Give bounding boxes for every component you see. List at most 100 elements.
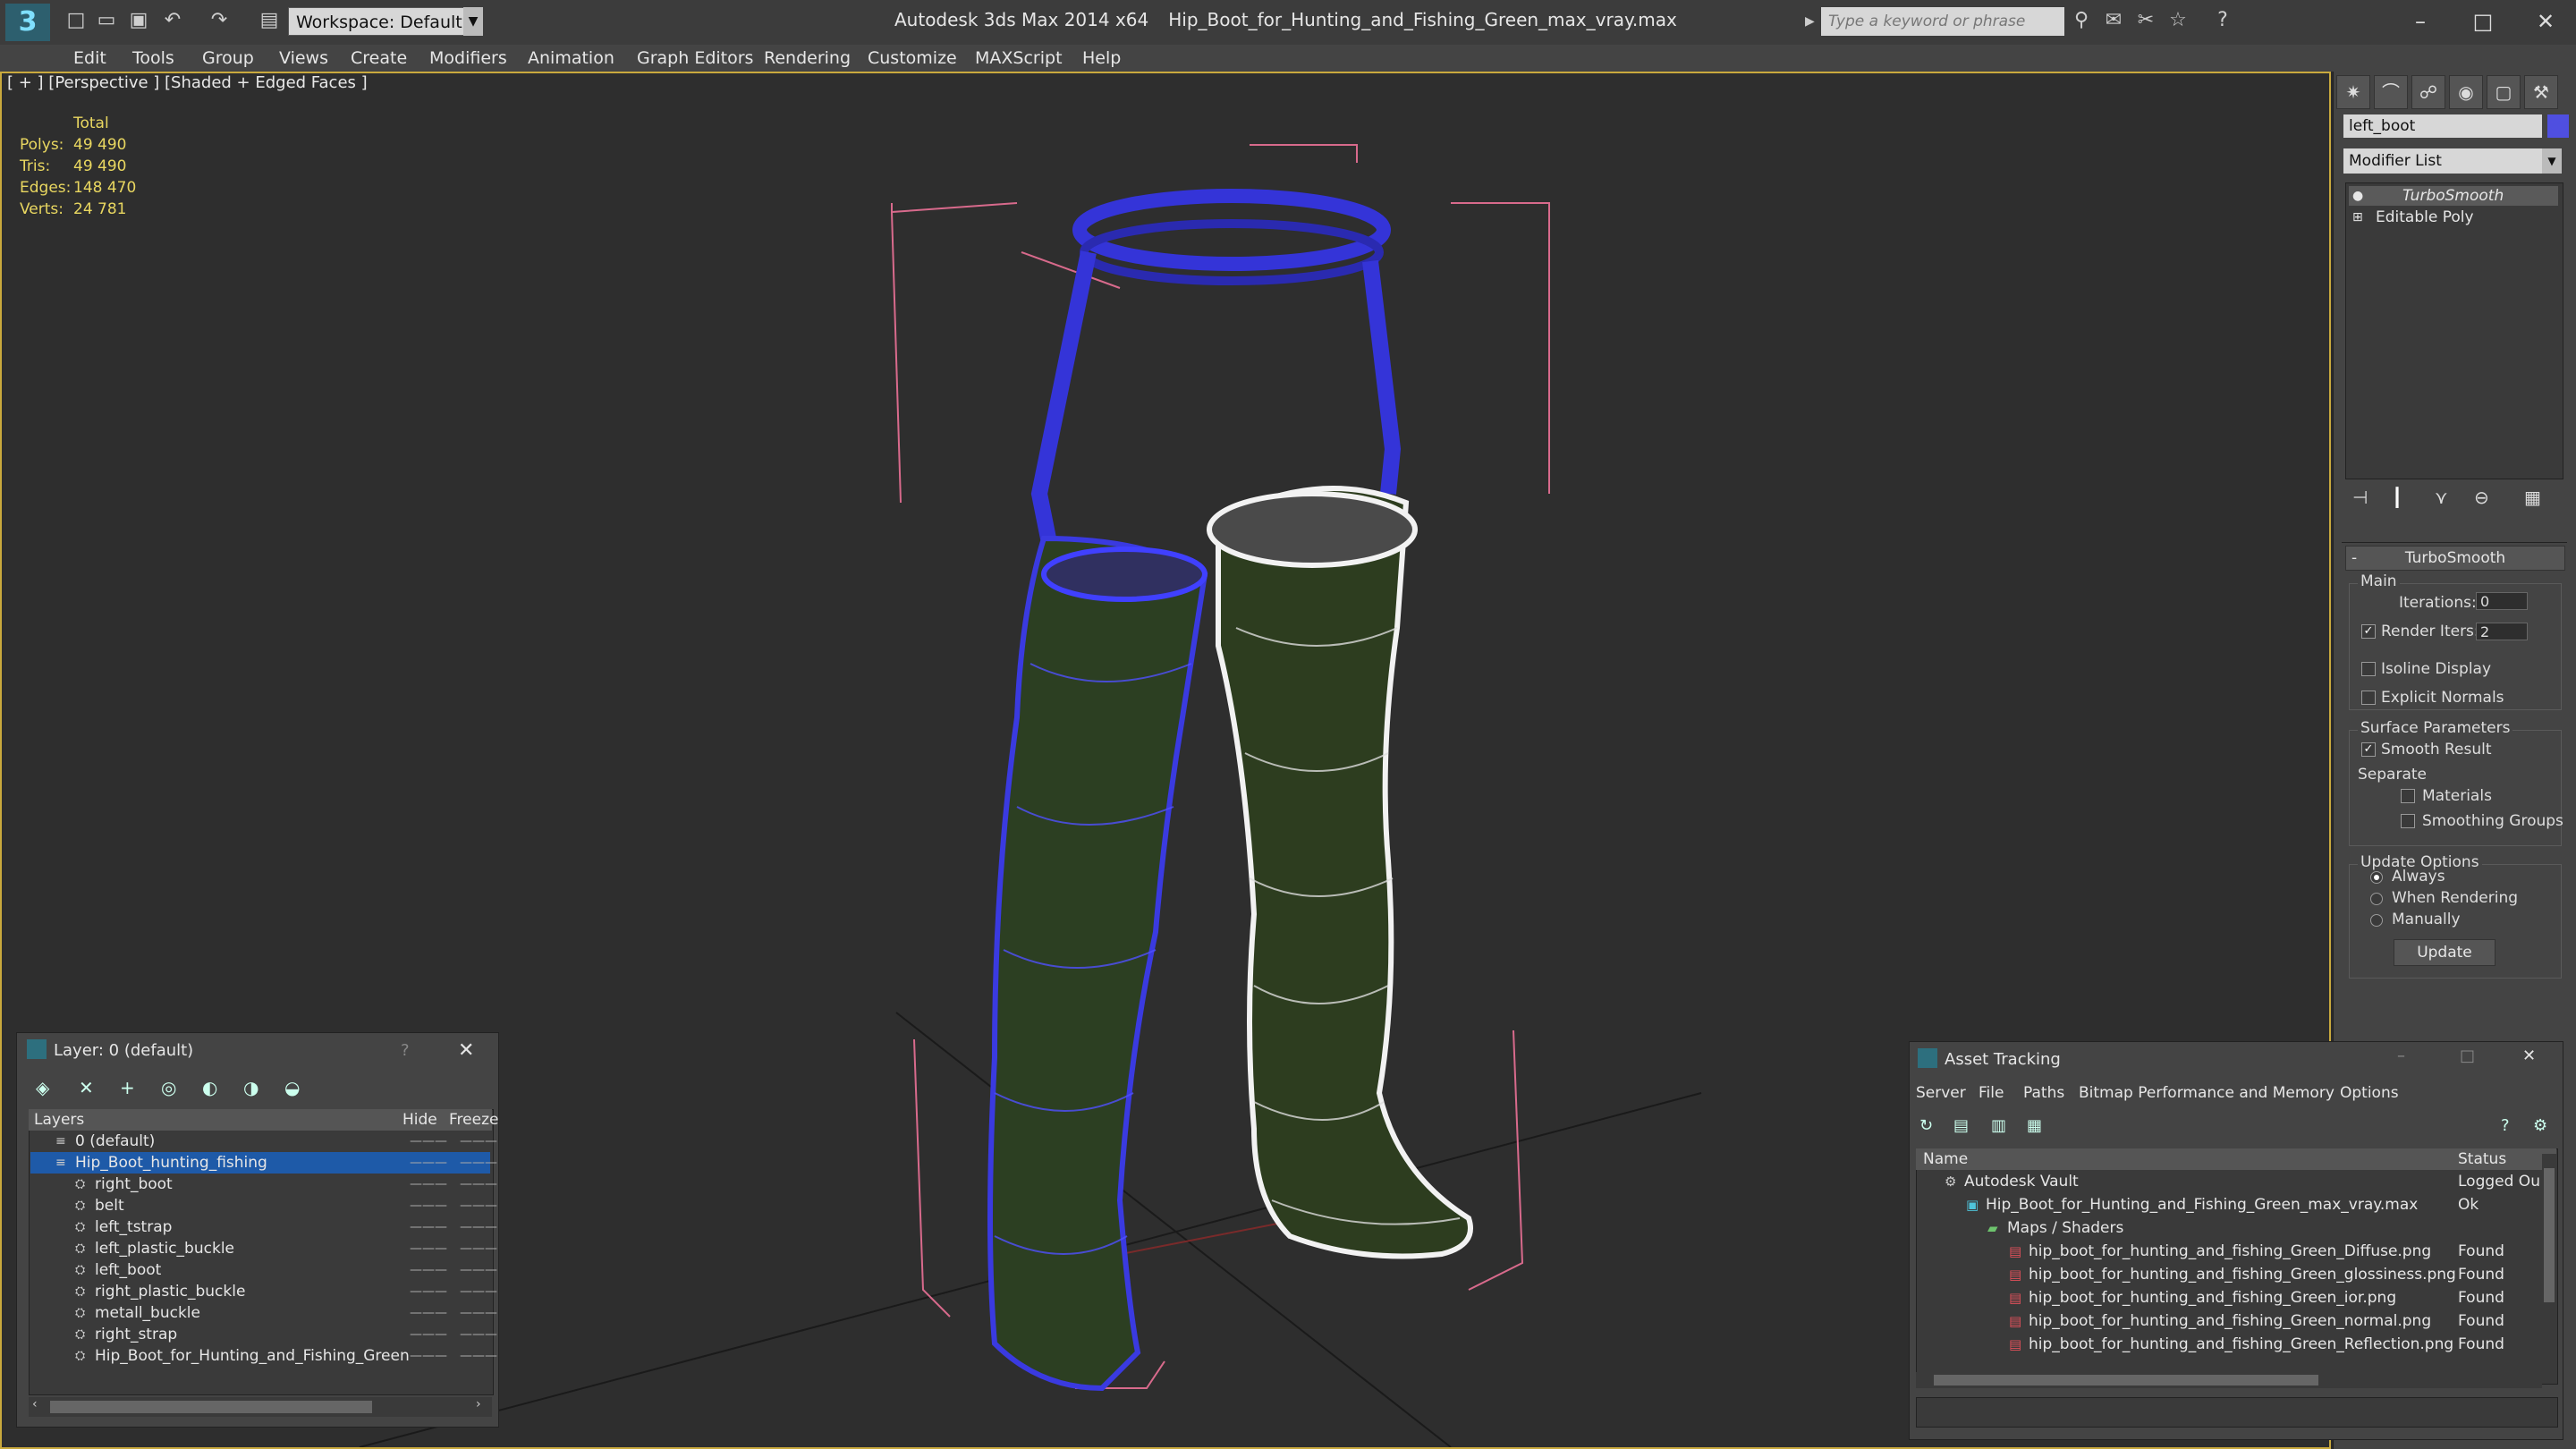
layer-row[interactable]: ⛭ metall_buckle ——— ———: [30, 1302, 497, 1324]
asset-vscrollbar[interactable]: [2542, 1154, 2556, 1368]
open-file-icon[interactable]: ▭: [95, 9, 118, 32]
table-view-icon[interactable]: ▦: [2027, 1116, 2042, 1135]
favorites-star-icon[interactable]: ☆: [2166, 9, 2190, 32]
render-iters-checkbox[interactable]: ✓: [2361, 624, 2376, 639]
layer-row[interactable]: ⛭ right_plastic_buckle ——— ———: [30, 1281, 497, 1302]
turbosmooth-rollout-header[interactable]: - TurboSmooth: [2345, 546, 2565, 571]
object-name-field[interactable]: left_boot: [2343, 114, 2542, 138]
menu-maxscript[interactable]: MAXScript: [975, 45, 1063, 72]
layer-row[interactable]: ⛭ left_plastic_buckle ——— ———: [30, 1238, 497, 1259]
hide-toggle[interactable]: ———: [410, 1216, 447, 1238]
remove-modifier-icon[interactable]: ⊖: [2474, 487, 2489, 508]
freeze-toggle[interactable]: ———: [460, 1302, 497, 1324]
smooth-result-checkbox[interactable]: ✓: [2361, 742, 2376, 757]
search-input[interactable]: Type a keyword or phrase: [1821, 7, 2064, 36]
menu-tools[interactable]: Tools: [132, 45, 174, 72]
col-layers[interactable]: Layers: [34, 1109, 84, 1131]
hide-toggle[interactable]: ———: [410, 1131, 447, 1152]
freeze-toggle[interactable]: ———: [460, 1131, 497, 1152]
scrollbar-thumb[interactable]: [50, 1401, 372, 1413]
freeze-toggle[interactable]: ———: [460, 1195, 497, 1216]
menu-group[interactable]: Group: [202, 45, 254, 72]
pin-stack-icon[interactable]: ⊣: [2352, 487, 2368, 508]
smoothing-groups-checkbox[interactable]: [2401, 814, 2415, 828]
hide-toggle[interactable]: ———: [410, 1152, 447, 1174]
iterations-spinner[interactable]: 0: [2476, 592, 2528, 610]
maximize-icon[interactable]: □: [2456, 4, 2510, 39]
expand-plus-icon[interactable]: ⊞: [2352, 208, 2363, 227]
show-end-result-icon[interactable]: ┃: [2392, 487, 2402, 508]
hide-toggle[interactable]: ———: [410, 1259, 447, 1281]
object-color-swatch[interactable]: [2547, 114, 2569, 138]
freeze-toggle[interactable]: ———: [460, 1259, 497, 1281]
layer-row[interactable]: ≡ Hip_Boot_hunting_fishing ——— ———: [30, 1152, 497, 1174]
menu-modifiers[interactable]: Modifiers: [429, 45, 507, 72]
project-folder-icon[interactable]: ▤: [258, 9, 281, 32]
minimize-icon[interactable]: –: [2397, 1046, 2405, 1065]
configure-modifier-sets-icon[interactable]: ▦: [2524, 487, 2541, 508]
menu-rendering[interactable]: Rendering: [764, 45, 851, 72]
freeze-toggle[interactable]: ———: [460, 1281, 497, 1302]
settings-icon[interactable]: ⚙: [2533, 1116, 2547, 1135]
asset-row[interactable]: ▤ hip_boot_for_hunting_and_fishing_Green_…: [1918, 1286, 2540, 1309]
new-file-icon[interactable]: □: [64, 9, 88, 32]
col-hide[interactable]: Hide: [402, 1109, 437, 1131]
layer-row[interactable]: ≡ 0 (default) ——— ———: [30, 1131, 497, 1152]
menu-customize[interactable]: Customize: [868, 45, 957, 72]
stack-item-turbosmooth[interactable]: ● TurboSmooth: [2349, 186, 2558, 206]
layer-row[interactable]: ⛭ right_strap ——— ———: [30, 1324, 497, 1345]
menu-help[interactable]: Help: [1082, 45, 1121, 72]
binoculars-icon[interactable]: ⚲: [2070, 9, 2093, 32]
create-tab-icon[interactable]: ✷: [2336, 75, 2370, 109]
make-unique-icon[interactable]: ⋎: [2435, 487, 2448, 508]
lightbulb-icon[interactable]: ●: [2352, 186, 2363, 206]
display-tab-icon[interactable]: ▢: [2487, 75, 2521, 109]
hierarchy-tab-icon[interactable]: ☍: [2411, 75, 2445, 109]
asset-row[interactable]: ▤ hip_boot_for_hunting_and_fishing_Green_…: [1918, 1333, 2540, 1356]
col-freeze[interactable]: Freeze: [449, 1109, 498, 1131]
workspace-dropdown[interactable]: Workspace: Default: [288, 7, 483, 36]
close-icon[interactable]: ✕: [2522, 1046, 2536, 1065]
list-view-icon[interactable]: ▤: [1953, 1116, 1969, 1135]
layer-help-icon[interactable]: ?: [401, 1041, 410, 1060]
asset-row[interactable]: ▣ Hip_Boot_for_Hunting_and_Fishing_Green_…: [1918, 1193, 2540, 1216]
viewport-label[interactable]: [ + ] [Perspective ] [Shaded + Edged Fac…: [7, 73, 368, 92]
asset-menu-server[interactable]: Server: [1916, 1082, 1966, 1104]
maximize-icon[interactable]: □: [2460, 1046, 2475, 1065]
asset-row[interactable]: ⚙ Autodesk Vault Logged Ou: [1918, 1170, 2540, 1193]
layer-row[interactable]: ⛭ left_boot ——— ———: [30, 1259, 497, 1281]
freeze-toggle[interactable]: ———: [460, 1324, 497, 1345]
layer-row[interactable]: ⛭ belt ——— ———: [30, 1195, 497, 1216]
asset-path-field[interactable]: [1916, 1397, 2558, 1428]
hide-toggle[interactable]: ———: [410, 1195, 447, 1216]
redo-icon[interactable]: ↷: [208, 9, 231, 32]
chevron-down-icon[interactable]: ▼: [2542, 148, 2562, 174]
create-layer-icon[interactable]: ◈: [36, 1077, 49, 1098]
when-rendering-radio[interactable]: [2370, 893, 2383, 905]
hide-toggle[interactable]: ———: [410, 1302, 447, 1324]
stack-item-editable-poly[interactable]: ⊞ Editable Poly: [2349, 208, 2558, 227]
minimize-icon[interactable]: –: [2394, 4, 2447, 39]
asset-hscrollbar[interactable]: [1916, 1372, 2542, 1388]
scrollbar-thumb[interactable]: [1934, 1375, 2318, 1385]
col-status[interactable]: Status: [2458, 1148, 2506, 1170]
materials-checkbox[interactable]: [2401, 789, 2415, 803]
utilities-tab-icon[interactable]: ⚒: [2524, 75, 2558, 109]
close-icon[interactable]: ✕: [2519, 4, 2572, 39]
help-icon[interactable]: ?: [2501, 1116, 2510, 1135]
render-iters-spinner[interactable]: 2: [2476, 623, 2528, 640]
app-logo-icon[interactable]: 3: [5, 4, 50, 41]
freeze-toggle[interactable]: ———: [460, 1216, 497, 1238]
menu-graph-editors[interactable]: Graph Editors: [637, 45, 753, 72]
undo-icon[interactable]: ↶: [161, 9, 184, 32]
search-expand-icon[interactable]: ▶: [1805, 7, 1819, 36]
layer-scrollbar[interactable]: ‹ ›: [29, 1397, 492, 1417]
freeze-toggle[interactable]: ———: [460, 1238, 497, 1259]
layer-row[interactable]: ⛭ Hip_Boot_for_Hunting_and_Fishing_Green —…: [30, 1345, 497, 1367]
scroll-right-icon[interactable]: ›: [476, 1397, 481, 1411]
hide-toggle[interactable]: ———: [410, 1324, 447, 1345]
hide-toggle[interactable]: ———: [410, 1174, 447, 1195]
asset-row[interactable]: ▰ Maps / Shaders: [1918, 1216, 2540, 1240]
hide-all-icon[interactable]: ◑: [243, 1077, 258, 1098]
manually-radio[interactable]: [2370, 914, 2383, 927]
